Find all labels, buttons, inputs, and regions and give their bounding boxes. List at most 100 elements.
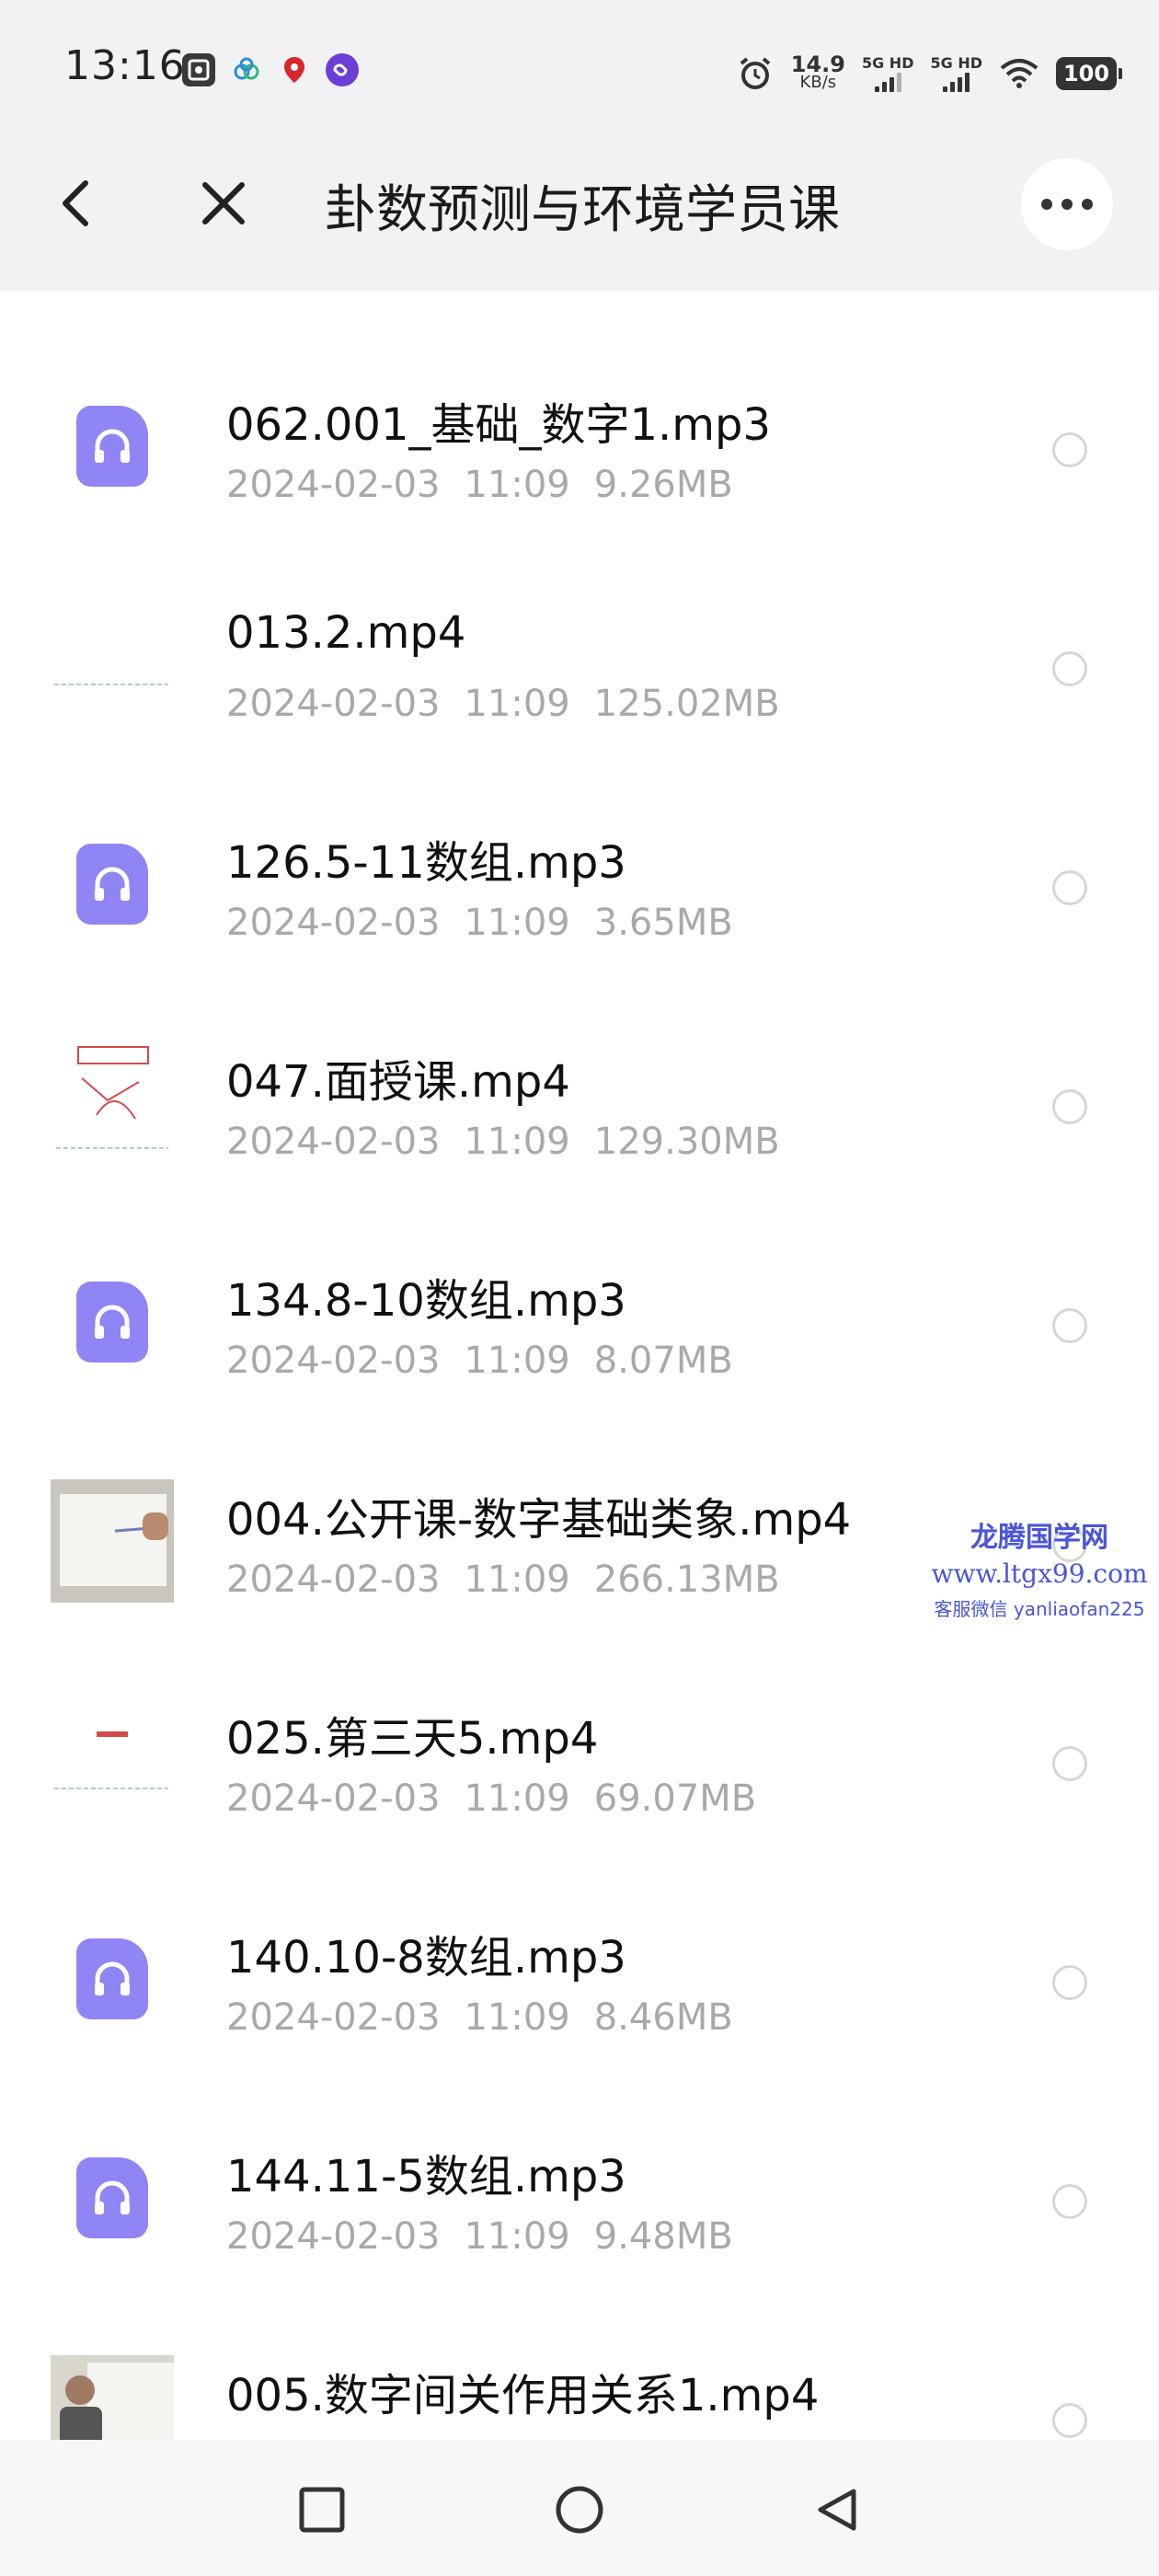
file-name: 025.第三天5.mp4 [226,1713,599,1765]
file-time: 11:09 [464,1340,570,1382]
file-date: 2024-02-03 [226,1558,441,1601]
file-time: 11:09 [464,2215,570,2258]
file-name: 134.8-10数组.mp3 [226,1275,626,1327]
file-date: 2024-02-03 [226,1777,441,1820]
file-name: 004.公开课-数字基础类象.mp4 [226,1494,852,1546]
file-date: 2024-02-03 [226,1340,441,1382]
watermark-title: 龙腾国学网 [970,1522,1108,1554]
video-thumbnail [51,1041,174,1165]
battery-level: 100 [1062,61,1110,86]
select-radio[interactable] [1052,1746,1087,1781]
select-radio[interactable] [1052,870,1087,905]
file-time: 11:09 [464,1996,570,2039]
system-back-button[interactable] [800,2473,874,2547]
audio-file-icon [51,385,174,508]
file-size: 125.02MB [593,683,780,725]
file-size: 266.13MB [593,1558,780,1601]
file-row[interactable]: 062.001_基础_数字1.mp3 2024-02-03 11:09 9.26MB [0,379,1159,598]
headphones-icon [95,1961,130,1995]
file-time: 11:09 [464,1121,570,1163]
file-date: 2024-02-03 [226,683,441,725]
file-meta: 2024-02-03 11:09 9.48MB [226,2215,757,2258]
file-meta: 2024-02-03 11:09 266.13MB [226,1558,804,1601]
file-meta: 2024-02-03 11:09 69.07MB [226,1777,780,1820]
network-speed-unit: KB/s [799,73,837,92]
select-radio[interactable] [1052,1308,1087,1343]
file-meta: 2024-02-03 11:09 8.07MB [226,1340,757,1382]
select-radio[interactable] [1052,432,1087,467]
file-meta: 2024-02-03 11:09 125.02MB [226,683,804,725]
file-time: 11:09 [464,1777,570,1820]
file-meta: 2024-02-03 11:09 3.65MB [226,902,757,944]
video-thumbnail [51,1479,174,1603]
file-size: 9.48MB [593,2215,733,2258]
headphones-icon [95,1305,130,1339]
headphones-icon [95,2180,130,2214]
file-name: 013.2.mp4 [226,607,466,659]
title-bar: 卦数预测与环境学员课 [0,116,1159,291]
file-name: 005.数字间关作用关系1.mp4 [226,2370,820,2421]
file-date: 2024-02-03 [226,1996,441,2039]
file-name: 140.10-8数组.mp3 [226,1932,626,1984]
select-radio[interactable] [1052,2403,1087,2438]
audio-file-icon [51,822,174,946]
file-size: 129.30MB [593,1121,780,1163]
file-row[interactable]: 047.面授课.mp4 2024-02-03 11:09 129.30MB [0,1036,1159,1255]
file-row[interactable]: 144.11-5数组.mp3 2024-02-03 11:09 9.48MB [0,2131,1159,2350]
audio-file-icon [51,1917,174,2041]
headphones-icon [95,429,130,463]
close-button[interactable] [182,162,265,245]
file-date: 2024-02-03 [226,1121,441,1163]
sim2-label: 5G HD [930,54,982,72]
file-row[interactable]: 025.第三天5.mp4 2024-02-03 11:09 69.07MB [0,1693,1159,1912]
file-meta: 2024-02-03 11:09 129.30MB [226,1121,804,1163]
file-time: 11:09 [464,902,570,944]
file-size: 3.65MB [593,902,733,944]
video-thumbnail [51,1698,174,1822]
link-icon [326,53,359,86]
chevron-left-icon [63,180,88,226]
audio-file-icon [51,1260,174,1384]
cloud-icon [230,53,263,86]
file-meta: 2024-02-03 11:09 9.26MB [226,464,757,506]
file-time: 11:09 [464,683,570,725]
file-row[interactable]: 013.2.mp4 2024-02-03 11:09 125.02MB [0,598,1159,817]
file-name: 144.11-5数组.mp3 [226,2151,626,2202]
back-button[interactable] [35,162,118,245]
more-button[interactable] [1021,158,1113,250]
recents-button[interactable] [285,2473,359,2547]
select-radio[interactable] [1052,1965,1087,2000]
network-speed: 14.9 KB/s [790,52,845,92]
more-icon [1041,199,1093,210]
audio-file-icon [51,2136,174,2260]
file-date: 2024-02-03 [226,464,441,506]
file-size: 69.07MB [593,1777,757,1820]
select-radio[interactable] [1052,2184,1087,2219]
video-thumbnail [51,604,174,727]
status-bar: 13:16 14.9 KB/s 5G HD 5G HD 100 [0,0,1159,116]
file-name: 062.001_基础_数字1.mp3 [226,399,772,451]
select-radio[interactable] [1052,1089,1087,1124]
file-time: 11:09 [464,464,570,506]
status-indicators: 14.9 KB/s 5G HD 5G HD 100 [736,46,1122,101]
file-date: 2024-02-03 [226,902,441,944]
file-row[interactable]: 005.数字间关作用关系1.mp4 [0,2350,1159,2440]
location-pin-icon [278,53,311,86]
home-button[interactable] [543,2473,616,2547]
select-radio[interactable] [1052,651,1087,686]
file-row[interactable]: 134.8-10数组.mp3 2024-02-03 11:09 8.07MB [0,1255,1159,1474]
image-icon [182,53,215,86]
watermark: 龙腾国学网 www.ltgx99.com 客服微信 yanliaofan225 [920,1514,1159,1621]
file-list: 062.001_基础_数字1.mp3 2024-02-03 11:09 9.26MB… [0,291,1159,2440]
file-row[interactable]: 126.5-11数组.mp3 2024-02-03 11:09 3.65MB [0,817,1159,1036]
headphones-icon [95,867,130,901]
network-speed-value: 14.9 [790,52,845,77]
watermark-url: www.ltgx99.com [931,1558,1148,1589]
file-size: 8.07MB [593,1340,733,1382]
sim2-signal: 5G HD [930,55,982,92]
status-time: 13:16 [64,42,186,89]
recents-square-icon [299,2487,345,2533]
file-name: 126.5-11数组.mp3 [226,837,626,889]
file-row[interactable]: 140.10-8数组.mp3 2024-02-03 11:09 8.46MB [0,1912,1159,2131]
navigation-bar [0,2440,1159,2576]
